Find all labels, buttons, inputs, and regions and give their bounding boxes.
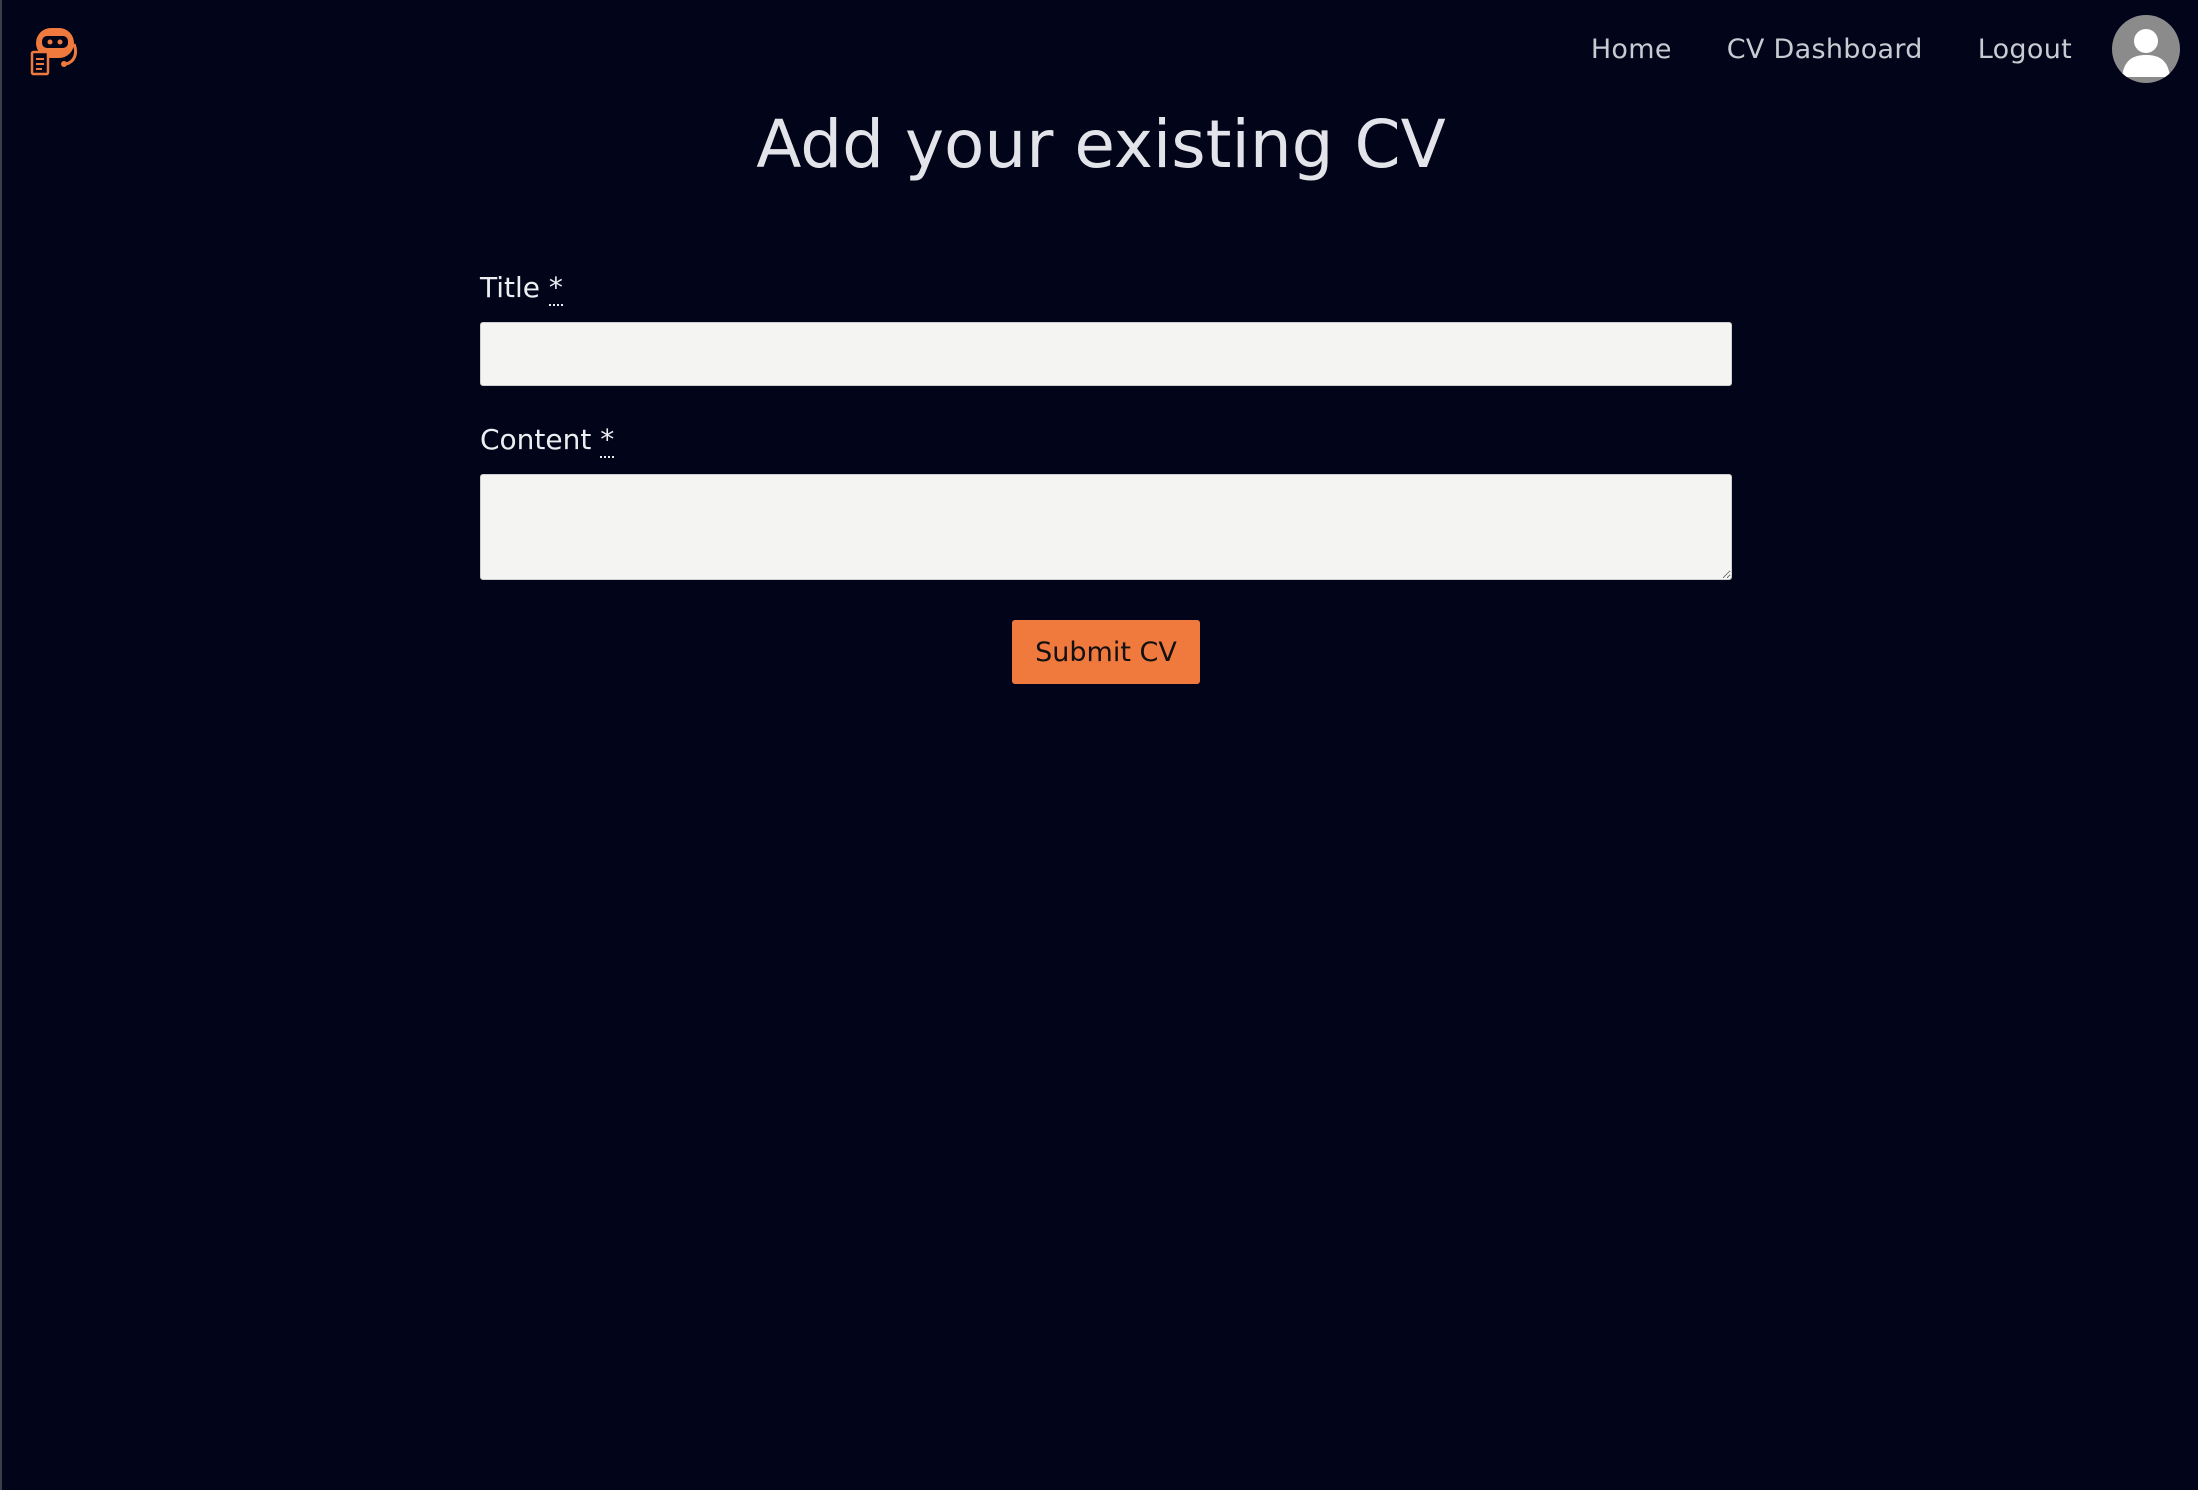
nav-cv-dashboard-link[interactable]: CV Dashboard [1727,34,1923,65]
title-input[interactable] [480,322,1732,386]
title-label-text: Title [480,271,541,304]
title-field-label: Title * [480,268,1732,308]
content-field-label: Content * [480,420,1732,460]
nav-logout-link[interactable]: Logout [1978,34,2072,65]
page-title: Add your existing CV [756,106,1446,183]
required-marker: * [600,423,615,458]
submit-cv-button[interactable]: Submit CV [1012,620,1200,684]
content-textarea[interactable] [480,474,1732,580]
navbar: Home CV Dashboard Logout [2,0,2198,100]
nav-links: Home CV Dashboard Logout [1591,14,2180,84]
user-avatar-icon[interactable] [2112,15,2180,83]
required-marker: * [548,271,563,306]
content-label-text: Content [480,423,592,456]
submit-wrap: Submit CV [480,620,1732,684]
page: Home CV Dashboard Logout Add your existi… [0,0,2198,1490]
robot-cv-logo-icon[interactable] [30,24,80,76]
add-cv-form: Title * Content * Submit CV [480,268,1732,684]
nav-home-link[interactable]: Home [1591,34,1672,65]
